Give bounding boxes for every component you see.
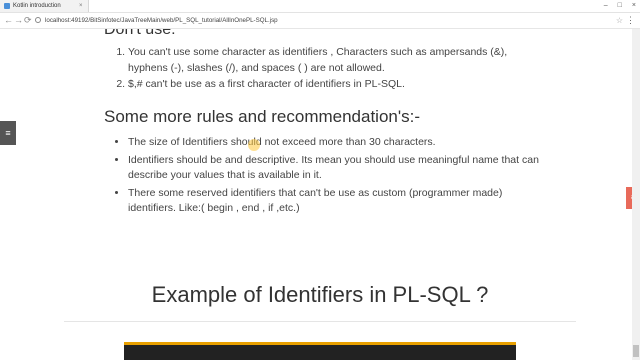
list-item: The size of Identifiers should not excee… — [128, 135, 548, 150]
info-icon[interactable] — [35, 17, 41, 23]
recommendations-list: The size of Identifiers should not excee… — [104, 135, 548, 219]
bookmark-star-icon[interactable]: ☆ — [616, 13, 623, 28]
subsection-heading: Don't use: — [104, 29, 176, 38]
list-item: There some reserved identifiers that can… — [128, 186, 548, 216]
divider — [64, 321, 576, 322]
close-window-button[interactable]: × — [632, 0, 636, 12]
browser-toolbar: ← → ⟳ localhost:49192/BitSinfotec/JavaTr… — [0, 13, 640, 29]
page-content: Don't use: You can't use some character … — [0, 29, 640, 360]
example-heading: Example of Identifiers in PL-SQL ? — [151, 282, 489, 307]
maximize-button[interactable]: □ — [618, 0, 622, 12]
title-bar: Kotlin introduction × – □ × — [0, 0, 640, 13]
rules-list: You can't use some character as identifi… — [104, 44, 548, 92]
section-heading: Some more rules and recommendation's:- — [104, 107, 420, 126]
back-button[interactable]: ← — [4, 14, 13, 27]
browser-menu-icon[interactable]: ⋮ — [626, 13, 635, 28]
minimize-button[interactable]: – — [604, 0, 608, 12]
page-scrollbar[interactable] — [632, 29, 640, 360]
address-bar[interactable]: localhost:49192/BitSinfotec/JavaTreeMain… — [45, 13, 278, 28]
cursor-highlight — [248, 139, 260, 151]
tab-title: Kotlin introduction — [13, 3, 61, 9]
window-controls: – □ × — [604, 0, 636, 12]
browser-tab[interactable]: Kotlin introduction × — [0, 0, 89, 12]
list-item: $,# can't be use as a first character of… — [128, 76, 548, 92]
left-side-menu-tab[interactable]: ≡ — [0, 121, 16, 145]
list-item: You can't use some character as identifi… — [128, 44, 548, 76]
scrollbar-thumb[interactable] — [633, 345, 639, 357]
reload-button[interactable]: ⟳ — [24, 14, 32, 27]
tab-close-icon[interactable]: × — [79, 0, 83, 12]
list-item: Identifiers should be and descriptive. I… — [128, 153, 548, 183]
code-block-top — [124, 342, 516, 360]
forward-button[interactable]: → — [14, 14, 23, 27]
page-favicon-icon — [4, 3, 10, 9]
